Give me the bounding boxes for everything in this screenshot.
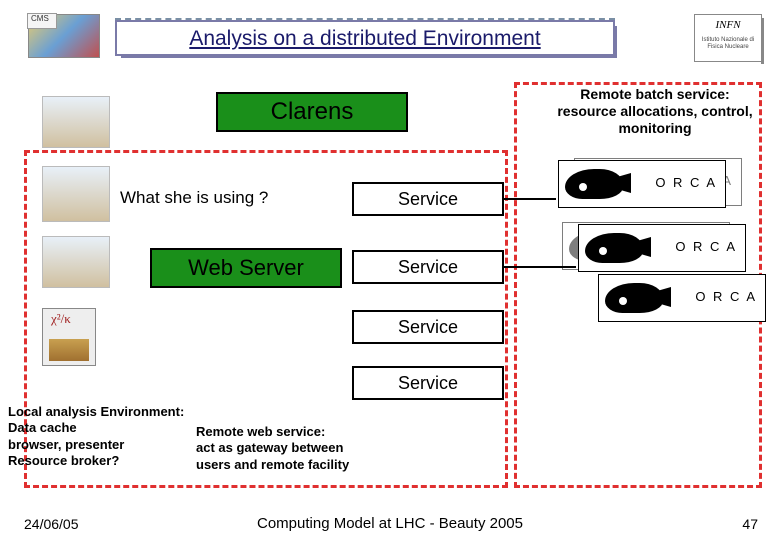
analysis-clipart: χ²/κ bbox=[42, 308, 96, 366]
orca-label: O R C A bbox=[655, 175, 717, 190]
header: CMS Analysis on a distributed Environmen… bbox=[0, 8, 780, 60]
connector-line bbox=[504, 266, 576, 268]
orca-icon bbox=[565, 169, 623, 199]
service-box-3: Service bbox=[352, 310, 504, 344]
page-title: Analysis on a distributed Environment bbox=[117, 22, 613, 56]
clarens-box: Clarens bbox=[216, 92, 408, 132]
orca-label: O R C A bbox=[695, 289, 757, 304]
infn-logo-label: INFN bbox=[695, 19, 761, 31]
chi-squared-label: χ²/κ bbox=[51, 311, 71, 327]
service-box-2: Service bbox=[352, 250, 504, 284]
title-bar: Analysis on a distributed Environment bbox=[115, 20, 615, 56]
service-box-4: Service bbox=[352, 366, 504, 400]
cms-logo: CMS bbox=[28, 14, 100, 58]
what-using-label: What she is using ? bbox=[120, 188, 268, 208]
orca-icon bbox=[585, 233, 643, 263]
orca-card: O R C A bbox=[578, 224, 746, 272]
footer-title: Computing Model at LHC - Beauty 2005 bbox=[0, 515, 780, 532]
orca-card: O R C A bbox=[558, 160, 726, 208]
infn-logo-subtext: Istituto Nazionale di Fisica Nucleare bbox=[695, 37, 761, 51]
service-box-1: Service bbox=[352, 182, 504, 216]
footer-page-number: 47 bbox=[742, 516, 758, 532]
remote-batch-label: Remote batch service: resource allocatio… bbox=[550, 86, 760, 136]
connector-line bbox=[504, 198, 556, 200]
orca-icon bbox=[605, 283, 663, 313]
remote-web-label: Remote web service: act as gateway betwe… bbox=[196, 424, 406, 473]
user-clipart-2 bbox=[42, 166, 110, 222]
infn-logo: INFN Istituto Nazionale di Fisica Nuclea… bbox=[694, 14, 762, 62]
cms-logo-label: CMS bbox=[31, 14, 49, 23]
user-clipart-3 bbox=[42, 236, 110, 288]
local-env-label: Local analysis Environment: Data cache b… bbox=[8, 404, 208, 469]
web-server-box: Web Server bbox=[150, 248, 342, 288]
orca-label: O R C A bbox=[675, 239, 737, 254]
user-clipart-1 bbox=[42, 96, 110, 148]
orca-card: O R C A bbox=[598, 274, 766, 322]
